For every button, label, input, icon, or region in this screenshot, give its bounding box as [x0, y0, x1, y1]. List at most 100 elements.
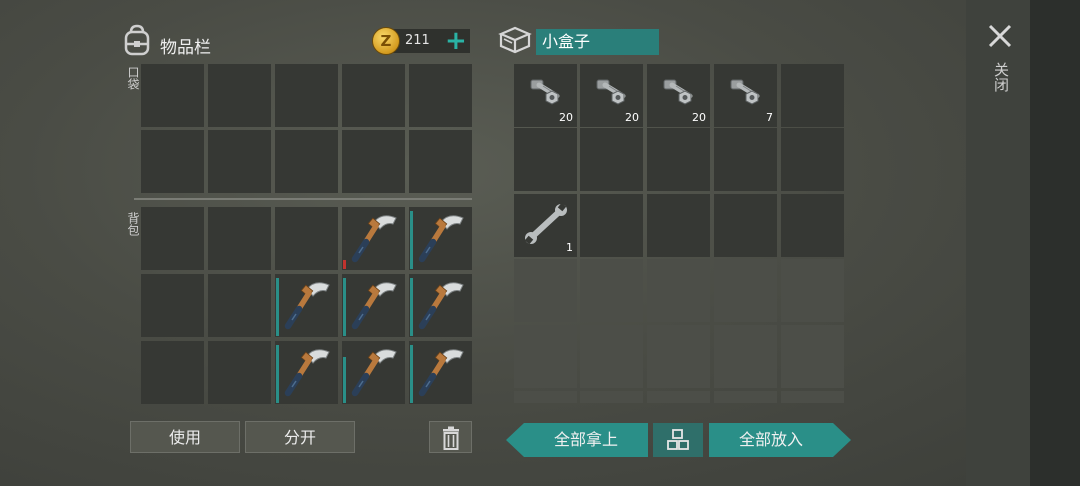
inventory-slot[interactable]	[141, 341, 204, 404]
inventory-slot[interactable]	[514, 325, 577, 388]
item-quantity: 20	[625, 111, 639, 124]
trash-button[interactable]	[429, 421, 472, 453]
container-name-field[interactable]: 小盒子	[536, 29, 659, 55]
close-label[interactable]: 关闭	[991, 62, 1012, 92]
item-quantity: 20	[559, 111, 573, 124]
section-divider	[134, 198, 472, 200]
backpack-label: 背包	[126, 212, 140, 236]
inventory-slot[interactable]	[409, 207, 472, 270]
inventory-slot[interactable]	[647, 128, 710, 191]
inventory-slot[interactable]	[409, 64, 472, 127]
inventory-slot[interactable]	[409, 130, 472, 193]
inventory-slot[interactable]	[580, 194, 643, 257]
coin-icon: Z	[372, 27, 400, 55]
inventory-slot[interactable]	[781, 194, 844, 257]
inventory-slot[interactable]	[141, 274, 204, 337]
inventory-slot[interactable]	[275, 341, 338, 404]
inventory-slot[interactable]: 1	[514, 194, 577, 257]
split-button[interactable]: 分开	[245, 421, 355, 453]
durability-bar	[276, 278, 279, 336]
inventory-slot[interactable]	[208, 130, 271, 193]
inventory-slot[interactable]	[514, 128, 577, 191]
inventory-slot[interactable]	[781, 128, 844, 191]
pickaxe-icon	[346, 343, 402, 403]
durability-bar	[343, 260, 346, 269]
inventory-slot[interactable]	[141, 207, 204, 270]
inventory-slot[interactable]	[647, 259, 710, 322]
inventory-slot[interactable]	[342, 341, 405, 404]
box-icon	[498, 25, 532, 55]
inventory-slot[interactable]	[580, 391, 643, 403]
inventory-slot[interactable]	[514, 391, 577, 403]
pickaxe-icon	[346, 276, 402, 336]
durability-bar	[410, 278, 413, 336]
put-all-button[interactable]: 全部放入	[709, 423, 851, 457]
inventory-slot[interactable]	[647, 194, 710, 257]
inventory-slot[interactable]	[275, 64, 338, 127]
inventory-slot[interactable]	[275, 207, 338, 270]
trash-icon	[442, 426, 459, 450]
inventory-slot[interactable]	[580, 259, 643, 322]
inventory-slot[interactable]	[781, 259, 844, 322]
inventory-slot[interactable]	[714, 259, 777, 322]
inventory-slot[interactable]	[342, 207, 405, 270]
inventory-slot[interactable]	[714, 391, 777, 403]
inventory-slot[interactable]	[714, 194, 777, 257]
close-button[interactable]	[986, 22, 1014, 50]
inventory-slot[interactable]	[781, 64, 844, 127]
inventory-slot[interactable]	[714, 128, 777, 191]
right-edge-background	[1030, 0, 1080, 486]
inventory-slot[interactable]	[409, 274, 472, 337]
inventory-slot[interactable]	[647, 391, 710, 403]
inventory-slot[interactable]	[141, 64, 204, 127]
inventory-slot[interactable]	[409, 341, 472, 404]
durability-bar	[343, 357, 346, 403]
inventory-slot[interactable]	[342, 64, 405, 127]
inventory-slot[interactable]: 20	[514, 64, 577, 127]
pickaxe-icon	[413, 276, 469, 336]
inventory-slot[interactable]	[781, 391, 844, 403]
pickaxe-icon	[279, 343, 335, 403]
inventory-slot[interactable]	[514, 259, 577, 322]
item-quantity: 1	[566, 241, 573, 254]
add-coins-button[interactable]: +	[445, 28, 467, 54]
durability-bar	[410, 345, 413, 403]
close-icon	[988, 24, 1012, 48]
inventory-slot[interactable]	[580, 325, 643, 388]
inventory-slot[interactable]	[275, 274, 338, 337]
inventory-slot[interactable]	[208, 274, 271, 337]
pickaxe-icon	[413, 209, 469, 269]
pocket-label: 口袋	[126, 66, 140, 90]
sort-button[interactable]	[653, 423, 703, 457]
item-quantity: 20	[692, 111, 706, 124]
item-quantity: 7	[766, 111, 773, 124]
inventory-slot[interactable]: 7	[714, 64, 777, 127]
inventory-slot[interactable]	[275, 130, 338, 193]
inventory-slot[interactable]	[714, 325, 777, 388]
inventory-slot[interactable]	[647, 325, 710, 388]
inventory-slot[interactable]	[208, 207, 271, 270]
wrench-icon	[521, 202, 571, 250]
inventory-slot[interactable]	[342, 274, 405, 337]
take-all-button[interactable]: 全部拿上	[506, 423, 648, 457]
durability-bar	[276, 345, 279, 403]
pickaxe-icon	[346, 209, 402, 269]
coin-count: 211	[405, 33, 430, 48]
pickaxe-icon	[413, 343, 469, 403]
inventory-slot[interactable]: 20	[647, 64, 710, 127]
inventory-slot[interactable]	[208, 341, 271, 404]
take-all-label: 全部拿上	[553, 430, 618, 449]
inventory-title: 物品栏	[160, 38, 211, 58]
inventory-slot[interactable]	[141, 130, 204, 193]
inventory-slot[interactable]	[208, 64, 271, 127]
pickaxe-icon	[279, 276, 335, 336]
use-button[interactable]: 使用	[130, 421, 240, 453]
inventory-slot[interactable]	[342, 130, 405, 193]
inventory-slot[interactable]	[781, 325, 844, 388]
backpack-icon	[122, 24, 152, 56]
bolt-nut-icon	[724, 74, 768, 118]
inventory-slot[interactable]: 20	[580, 64, 643, 127]
put-all-label: 全部放入	[738, 430, 803, 449]
durability-bar	[343, 278, 346, 336]
inventory-slot[interactable]	[580, 128, 643, 191]
